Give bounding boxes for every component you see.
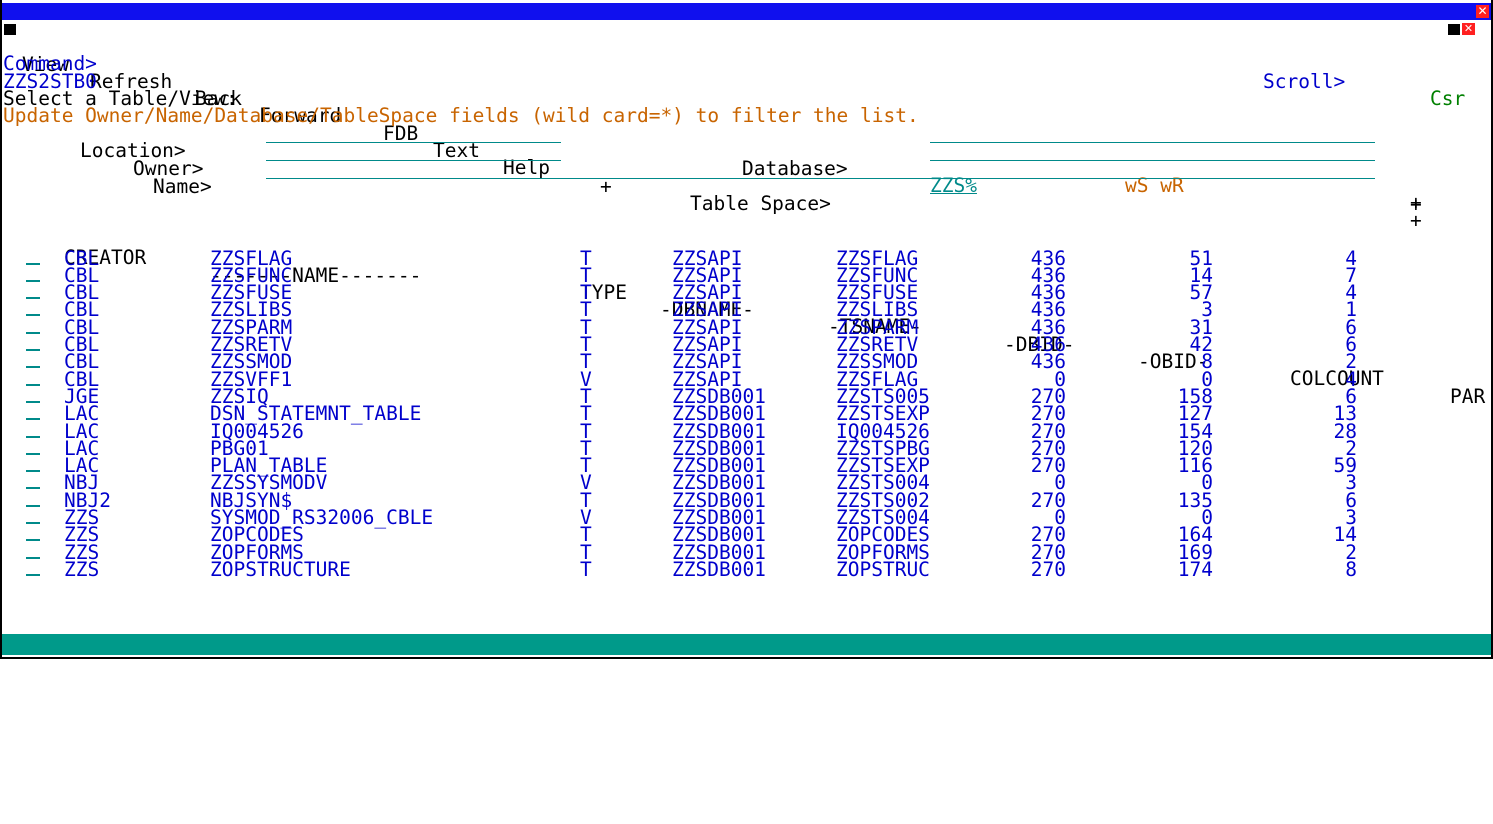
- table-row[interactable]: ZZS ZOPSTRUCTURE T ZZSDB001 ZOPSTRUC 270 174 8: [0, 557, 1493, 581]
- row-select-field[interactable]: [26, 262, 40, 265]
- cell-creator: ZZS: [64, 557, 100, 581]
- row-select-field[interactable]: [26, 366, 40, 369]
- close-icon[interactable]: ✕: [1476, 5, 1489, 18]
- row-select-field[interactable]: [26, 279, 40, 282]
- row-select-field[interactable]: [26, 504, 40, 507]
- heading-row: Select a Table/View:: [0, 73, 1493, 109]
- cell-colcount: 8: [1345, 557, 1357, 581]
- database-value: ZZS%: [930, 173, 977, 197]
- row-select-field[interactable]: [26, 314, 40, 317]
- title-bar: SELCOPY/i - DB2(CBLA): Select a Table ✕: [0, 3, 1493, 39]
- cell-dbname: ZZSDB001: [672, 557, 766, 581]
- window-close-icon[interactable]: ✕: [1462, 23, 1475, 35]
- indicator-flags: wS wR: [1125, 173, 1184, 197]
- menu-block-icon: [4, 24, 16, 35]
- row-select-field[interactable]: [26, 556, 40, 559]
- cell-obid: 174: [1177, 557, 1213, 581]
- status-sep-3: |: [660, 759, 672, 782]
- status-sep-1: |: [218, 675, 230, 698]
- owner-field[interactable]: [266, 144, 561, 161]
- database-field[interactable]: [930, 126, 1375, 143]
- cell-name: ZOPSTRUCTURE: [210, 557, 351, 581]
- row-select-field[interactable]: [26, 452, 40, 455]
- cell-type: T: [580, 557, 592, 581]
- status-views: Views 1: [510, 738, 593, 761]
- row-select-field[interactable]: [26, 573, 40, 576]
- row-select-field[interactable]: [26, 349, 40, 351]
- row-select-field[interactable]: [26, 331, 40, 334]
- row-select-field[interactable]: [26, 400, 40, 403]
- status-command: select *: [692, 780, 786, 803]
- menu-bar: View Refresh Back Forward FDB Text Help …: [0, 21, 1493, 195]
- name-label: Name>: [153, 175, 212, 199]
- status-bar: Line 1 of 43 | Col 1 of 132 | Views 1 | …: [0, 634, 1493, 802]
- window-frame-left: [0, 0, 2, 659]
- row-select-field[interactable]: [26, 297, 40, 300]
- row-select-field[interactable]: [26, 487, 40, 490]
- status-sep-2: |: [480, 717, 492, 740]
- instruction-text: Update Owner/Name/Database/TableSpace fi…: [3, 104, 919, 128]
- name-plus[interactable]: +: [1410, 194, 1422, 214]
- command-row: Command> Scroll> Csr: [0, 38, 1493, 108]
- row-select-field[interactable]: [26, 522, 40, 524]
- row-select-field[interactable]: [26, 383, 40, 386]
- row-select-field[interactable]: [26, 418, 40, 421]
- row-select-field[interactable]: [26, 539, 40, 542]
- location-field[interactable]: [266, 126, 561, 143]
- minimize-icon[interactable]: [1448, 24, 1460, 35]
- instruction-row: Update Owner/Name/Database/TableSpace fi…: [0, 90, 1493, 126]
- tablespace-field[interactable]: [930, 144, 1375, 161]
- tablespace-label: Table Space>: [690, 191, 831, 215]
- row-select-field[interactable]: [26, 435, 40, 438]
- cell-tsname: ZOPSTRUC: [836, 557, 930, 581]
- cell-dbid: 270: [1030, 557, 1066, 581]
- row-select-field[interactable]: [26, 470, 40, 473]
- terminal-screen: SELCOPY/i - DB2(CBLA): Select a Table ✕ …: [0, 0, 1493, 802]
- owner-plus[interactable]: +: [600, 176, 612, 196]
- name-field[interactable]: [266, 162, 1375, 179]
- panel-id-row: ZZS2STB0: [0, 56, 1493, 92]
- status-col: Col 1 of 132: [250, 696, 391, 719]
